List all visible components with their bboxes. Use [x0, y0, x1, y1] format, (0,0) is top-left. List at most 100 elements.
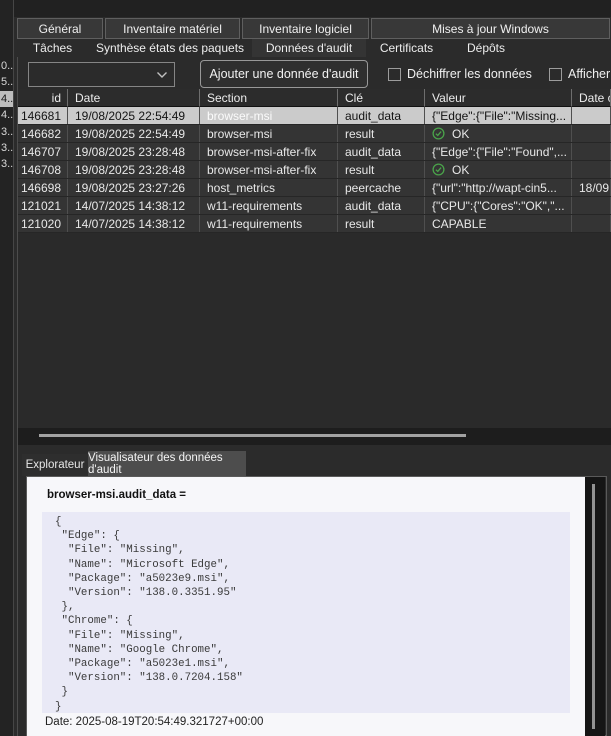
cell-id: 146698 — [18, 179, 68, 196]
column-header-date[interactable]: Date — [68, 89, 200, 107]
cell-id: 146708 — [18, 161, 68, 178]
cell-section: w11-requirements — [200, 197, 338, 214]
left-hosts-list: 0.. 5.. 4.. 4.. 3.. 3.. 3.. — [0, 58, 13, 173]
ok-label: OK — [452, 163, 469, 177]
audit-data-grid: id Date Section Clé Valeur Date c 146681… — [18, 89, 611, 428]
list-item[interactable]: 3.. — [0, 156, 13, 172]
cell-date: 19/08/2025 22:54:49 — [68, 107, 200, 124]
check-circle-icon — [432, 127, 445, 140]
cell-date: 14/07/2025 14:38:12 — [68, 197, 200, 214]
cell-value: {"CPU":{"Cores":"OK","... — [425, 197, 572, 214]
cell-section: w11-requirements — [200, 215, 338, 232]
list-item[interactable]: 0.. — [0, 58, 13, 74]
list-item[interactable]: 5.. — [0, 74, 13, 90]
grid-header-row: id Date Section Clé Valeur Date c — [18, 89, 611, 107]
cell-id: 146707 — [18, 143, 68, 160]
cell-extra: 18/09 — [572, 179, 611, 196]
cell-extra — [572, 143, 611, 160]
cell-value: CAPABLE — [425, 215, 572, 232]
cell-id: 146682 — [18, 125, 68, 142]
column-header-cle[interactable]: Clé — [338, 89, 425, 107]
table-row[interactable]: 146707 19/08/2025 23:28:48 browser-msi-a… — [18, 143, 611, 161]
cell-section: host_metrics — [200, 179, 338, 196]
audit-filter-combobox[interactable] — [28, 62, 175, 87]
ok-label: OK — [452, 127, 469, 141]
list-item[interactable]: 3.. — [0, 124, 13, 140]
cell-section: browser-msi-after-fix — [200, 161, 338, 178]
horizontal-scrollbar-thumb[interactable] — [39, 434, 466, 437]
left-hosts-strip: 0.. 5.. 4.. 4.. 3.. 3.. 3.. — [0, 0, 14, 736]
cell-date: 19/08/2025 23:27:26 — [68, 179, 200, 196]
chevron-down-icon — [156, 71, 168, 79]
cell-section: browser-msi — [200, 107, 338, 124]
tab-explorateur[interactable]: Explorateur — [22, 454, 88, 476]
cell-section: browser-msi-after-fix — [200, 143, 338, 160]
cell-key: result — [338, 215, 425, 232]
table-row[interactable]: 146708 19/08/2025 23:28:48 browser-msi-a… — [18, 161, 611, 179]
cell-date: 14/07/2025 14:38:12 — [68, 215, 200, 232]
cell-id: 121020 — [18, 215, 68, 232]
cell-id: 121021 — [18, 197, 68, 214]
checkbox-label: Afficher — [568, 67, 610, 81]
cell-key: audit_data — [338, 143, 425, 160]
cell-date: 19/08/2025 23:28:48 — [68, 143, 200, 160]
list-item[interactable]: 4.. — [0, 107, 13, 123]
cell-extra — [572, 125, 611, 142]
column-header-valeur[interactable]: Valeur — [425, 89, 572, 107]
json-content: { "Edge": { "File": "Missing", "Name": "… — [42, 512, 570, 713]
table-row[interactable]: 121021 14/07/2025 14:38:12 w11-requireme… — [18, 197, 611, 215]
top-band — [0, 0, 611, 17]
cell-section: browser-msi — [200, 125, 338, 142]
vertical-scrollbar[interactable] — [585, 477, 605, 736]
cell-extra — [572, 107, 611, 124]
json-content-box: { "Edge": { "File": "Missing", "Name": "… — [42, 512, 570, 713]
cell-extra — [572, 215, 611, 232]
cell-date: 19/08/2025 22:54:49 — [68, 125, 200, 142]
cell-value: {"Edge":{"File":"Missing... — [425, 107, 572, 124]
cell-id: 146681 — [18, 107, 68, 124]
table-row[interactable]: 146682 19/08/2025 22:54:49 browser-msi r… — [18, 125, 611, 143]
cell-value: {"url":"http://wapt-cin5... — [425, 179, 572, 196]
tab-taches[interactable]: Tâches — [17, 39, 88, 57]
tab-donnees-audit[interactable]: Données d'audit — [252, 39, 366, 57]
vertical-scrollbar-thumb[interactable] — [592, 484, 595, 729]
add-audit-data-button[interactable]: Ajouter une donnée d'audit — [200, 60, 368, 88]
column-header-date-c[interactable]: Date c — [572, 89, 611, 107]
tab-synthese-paquets[interactable]: Synthèse états des paquets — [88, 39, 252, 57]
cell-value: {"Edge":{"File":"Found",... — [425, 143, 572, 160]
column-header-id[interactable]: id — [18, 89, 68, 107]
table-row[interactable]: 121020 14/07/2025 14:38:12 w11-requireme… — [18, 215, 611, 233]
list-item[interactable]: 3.. — [0, 140, 13, 156]
tab-certificats[interactable]: Certificats — [366, 39, 447, 57]
tab-visualisateur-donnees-audit[interactable]: Visualisateur des données d'audit — [88, 451, 246, 476]
cell-key: result — [338, 161, 425, 178]
column-header-section[interactable]: Section — [200, 89, 338, 107]
table-row[interactable]: 146681 19/08/2025 22:54:49 browser-msi a… — [18, 107, 611, 125]
tab-general[interactable]: Général — [17, 18, 103, 39]
cell-key: result — [338, 125, 425, 142]
viewer-date-line: Date: 2025-08-19T20:54:49.321727+00:00 — [45, 716, 263, 728]
list-item-selected[interactable]: 4.. — [0, 91, 13, 107]
cell-key: peercache — [338, 179, 425, 196]
viewer-title: browser-msi.audit_data = — [47, 489, 186, 501]
checkbox-icon — [388, 68, 401, 81]
audit-data-window: 0.. 5.. 4.. 4.. 3.. 3.. 3.. Général Inve… — [0, 0, 611, 736]
cell-key: audit_data — [338, 197, 425, 214]
checkbox-label: Déchiffrer les données — [407, 67, 532, 81]
checkbox-icon — [549, 68, 562, 81]
table-row[interactable]: 146698 19/08/2025 23:27:26 host_metrics … — [18, 179, 611, 197]
horizontal-scrollbar[interactable] — [18, 428, 611, 445]
cell-key: audit_data — [338, 107, 425, 124]
cell-extra — [572, 161, 611, 178]
decrypt-data-checkbox[interactable]: Déchiffrer les données — [388, 61, 532, 87]
cell-date: 19/08/2025 23:28:48 — [68, 161, 200, 178]
check-circle-icon — [432, 163, 445, 176]
tab-depots[interactable]: Dépôts — [447, 39, 525, 57]
show-checkbox[interactable]: Afficher — [549, 61, 610, 87]
tab-inventaire-materiel[interactable]: Inventaire matériel — [105, 18, 240, 39]
cell-value: OK — [425, 125, 572, 142]
cell-extra — [572, 197, 611, 214]
tab-inventaire-logiciel[interactable]: Inventaire logiciel — [242, 18, 369, 39]
cell-value: OK — [425, 161, 572, 178]
tab-mises-a-jour-windows[interactable]: Mises à jour Windows — [371, 18, 610, 39]
